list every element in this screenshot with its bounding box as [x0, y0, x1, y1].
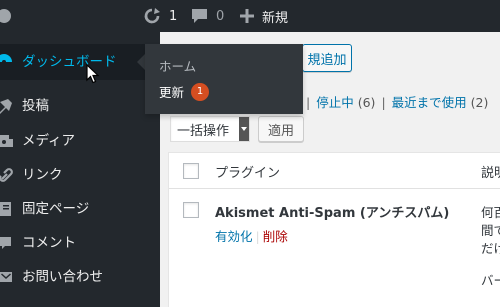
comment-icon: [0, 225, 14, 261]
updates-count: 1: [169, 8, 178, 24]
filter-recently-active[interactable]: 最近まで使用 (2): [392, 95, 489, 110]
apply-button[interactable]: 適用: [258, 116, 304, 142]
pin-icon: [0, 88, 14, 124]
new-content-menu[interactable]: 新規: [240, 0, 288, 32]
plus-icon: [240, 9, 254, 23]
submenu-item-label: 更新: [159, 85, 185, 100]
admin-sidebar: ダッシュボード 投稿 メディア リンク 固定ページ コメント お問い合わせ: [0, 32, 145, 307]
plugin-name: Akismet Anti-Spam (アンチスパム): [215, 206, 450, 221]
row-checkbox[interactable]: [183, 202, 199, 218]
link-icon: [0, 157, 14, 193]
sidebar-item-posts[interactable]: 投稿: [0, 88, 145, 124]
submenu-item-home[interactable]: ホーム: [159, 56, 196, 75]
sidebar-item-links[interactable]: リンク: [0, 157, 145, 193]
add-new-label: 規追加: [307, 52, 347, 68]
sidebar-item-contact[interactable]: お問い合わせ: [0, 259, 145, 295]
dashboard-icon: [0, 44, 14, 80]
sidebar-item-label: リンク: [22, 167, 63, 183]
submenu-item-label: ホーム: [159, 59, 197, 74]
media-icon: [0, 123, 14, 159]
filter-inactive-label: 停止中: [316, 95, 354, 110]
mouse-cursor-icon: [86, 63, 100, 88]
dashboard-submenu: ホーム 更新 1: [145, 44, 303, 114]
updates-menu[interactable]: 1: [143, 0, 177, 32]
comments-count: 0: [216, 8, 225, 24]
filter-inactive[interactable]: 停止中 (6): [316, 95, 375, 110]
filter-separator: |: [306, 95, 311, 110]
new-label: 新規: [262, 10, 289, 26]
row-actions: 有効化 | 削除: [215, 226, 288, 245]
sidebar-item-label: メディア: [22, 133, 76, 149]
description-line: だけ: [481, 241, 500, 256]
chevron-down-icon: [239, 117, 249, 141]
action-separator: |: [255, 229, 260, 244]
submenu-item-updates[interactable]: 更新 1: [159, 82, 210, 101]
sidebar-item-label: お問い合わせ: [22, 269, 103, 285]
plugin-status-filters: | 停止中 (6) | 最近まで使用 (2): [300, 92, 488, 111]
sidebar-item-dashboard[interactable]: ダッシュボード: [0, 44, 145, 80]
column-header-description: 説明: [481, 166, 500, 181]
mail-icon: [0, 259, 14, 295]
plugins-table: プラグイン 説明 Akismet Anti-Spam (アンチスパム) 有効化|…: [168, 152, 500, 307]
delete-link[interactable]: 削除: [263, 229, 288, 244]
filter-inactive-count: (6): [357, 95, 376, 110]
bulk-actions-select[interactable]: 一括操作: [170, 116, 250, 142]
sidebar-item-comments[interactable]: コメント: [0, 225, 145, 261]
select-all-checkbox[interactable]: [183, 163, 199, 179]
comments-menu[interactable]: 0: [191, 0, 224, 32]
sidebar-item-pages[interactable]: 固定ページ: [0, 191, 145, 227]
refresh-icon: [143, 8, 161, 24]
sidebar-item-label: 投稿: [22, 98, 49, 114]
filter-separator: |: [381, 95, 386, 110]
bulk-actions-value: 一括操作: [177, 123, 230, 139]
description-line: バー: [481, 273, 500, 288]
sidebar-item-label: 固定ページ: [22, 201, 90, 217]
add-new-plugin-button[interactable]: 規追加: [302, 44, 352, 72]
activate-link[interactable]: 有効化: [215, 229, 253, 244]
apply-label: 適用: [267, 123, 294, 139]
description-line: 何百: [481, 205, 500, 220]
sidebar-item-label: ダッシュボード: [22, 54, 117, 70]
page-icon: [0, 191, 14, 227]
table-row: Akismet Anti-Spam (アンチスパム) 有効化 | 削除 何百 間で …: [169, 190, 500, 307]
table-header: プラグイン 説明: [169, 153, 500, 189]
comment-bubble-icon: [191, 8, 208, 24]
admin-bar: 1 0 新規: [0, 0, 500, 32]
column-header-plugin[interactable]: プラグイン: [215, 162, 280, 181]
update-count-badge: 1: [191, 82, 210, 101]
filter-recent-label: 最近まで使用: [391, 95, 467, 110]
filter-recent-count: (2): [470, 95, 489, 110]
sidebar-item-media[interactable]: メディア: [0, 123, 145, 159]
current-menu-arrow: [137, 54, 145, 70]
description-line: 間で: [481, 223, 500, 238]
wordpress-logo-icon[interactable]: [0, 0, 20, 32]
sidebar-item-label: コメント: [22, 235, 76, 251]
